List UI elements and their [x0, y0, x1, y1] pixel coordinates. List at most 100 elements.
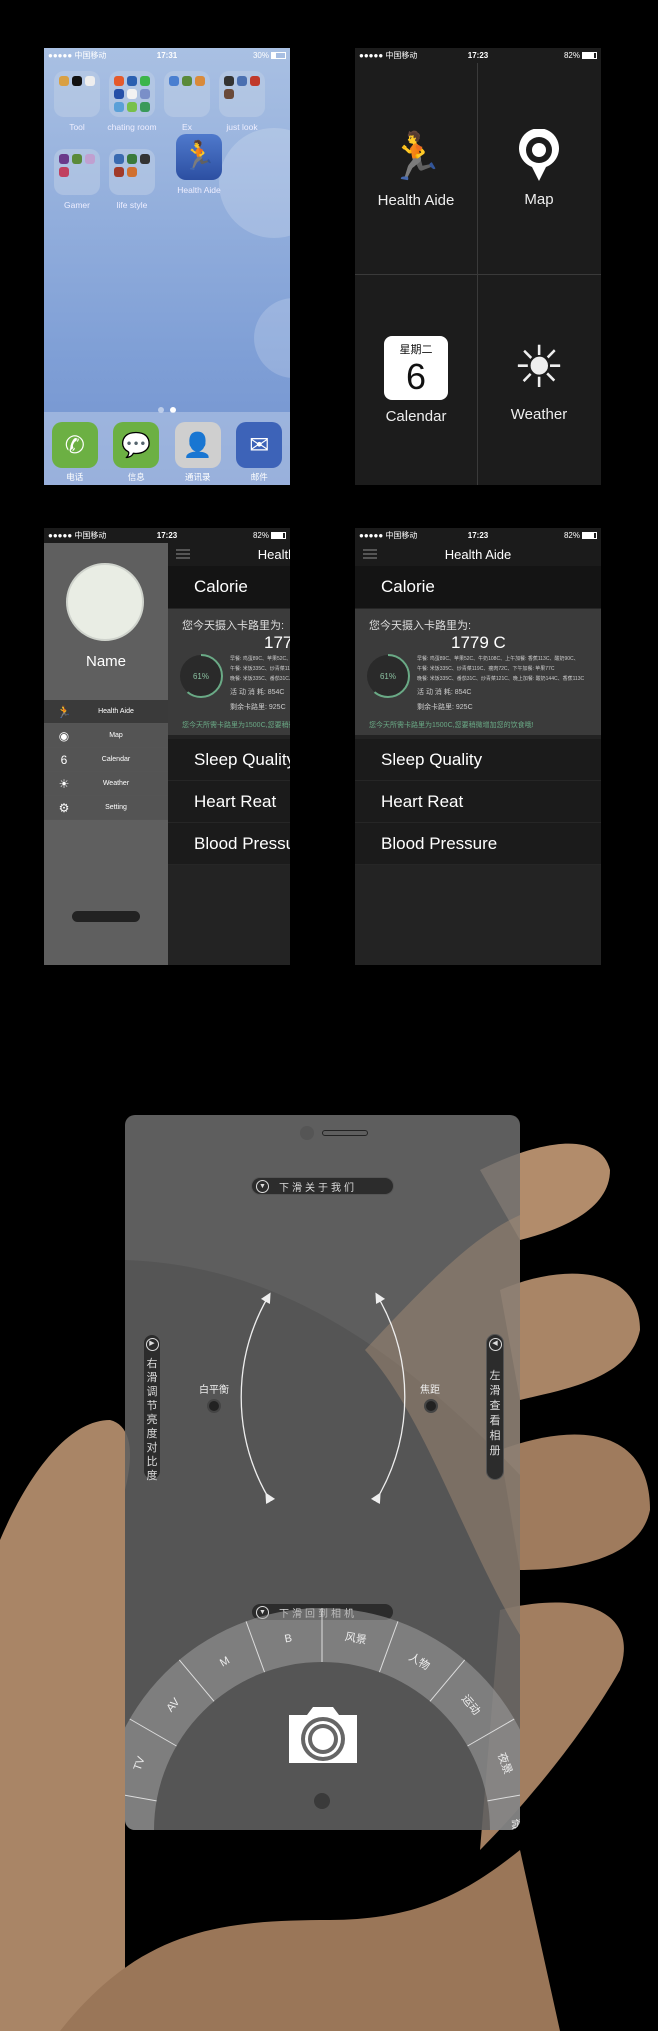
- runner-icon: 🏃: [387, 129, 445, 182]
- mini-app-icon: [140, 76, 150, 86]
- dock-label: 电话: [66, 472, 84, 482]
- mini-app-icon: [114, 102, 124, 112]
- tile-health-aide[interactable]: 🏃 Health Aide: [355, 63, 477, 274]
- sidebar-item-label: Setting: [105, 804, 127, 811]
- carrier: ●●●●● 中国移动: [359, 531, 418, 540]
- remaining: 剩余卡路里: 925C: [230, 704, 286, 711]
- intake-value: 1779 C: [264, 633, 290, 652]
- battery-icon: [582, 532, 597, 540]
- menu-icon[interactable]: [176, 549, 190, 561]
- mini-app-icon: [114, 76, 124, 86]
- mini-app-icon: [237, 76, 247, 86]
- advice: 您今天所需卡路里为1500C,您要稍微增加您的饮食哦!: [369, 722, 534, 729]
- dock-app[interactable]: 💬 信息: [113, 422, 160, 485]
- folder-icon: [109, 149, 155, 195]
- mail-icon: ✉: [236, 422, 283, 468]
- dock-app[interactable]: ✆ 电话: [51, 422, 98, 485]
- weekday: 星期二: [399, 344, 433, 356]
- row-sleep-quality[interactable]: Sleep Quality: [168, 739, 290, 781]
- menu-icon[interactable]: [363, 549, 377, 561]
- status-bar: ●●●●● 中国移动 17:23 82%: [355, 48, 601, 63]
- clock: 17:23: [467, 531, 489, 540]
- sidebar-item-label: Map: [109, 732, 123, 739]
- folder-icon: [164, 71, 210, 117]
- folder-icon: [54, 149, 100, 195]
- contacts-icon: 👤: [174, 422, 221, 468]
- mini-app-icon: [114, 154, 124, 164]
- runner-icon: 🏃: [176, 134, 222, 180]
- home-dot[interactable]: [314, 1793, 330, 1809]
- folder-5[interactable]: life style: [109, 149, 155, 210]
- row-heart-reat[interactable]: Heart Reat: [355, 781, 601, 823]
- meal-line: 午餐: 米饭335C、炒青菜119C、瘦肉72C、下午加餐: 苹果77C: [417, 666, 555, 672]
- mini-app-icon: [140, 154, 150, 164]
- sun-icon: ☀: [58, 776, 70, 791]
- battery-percent: 82%: [563, 51, 580, 60]
- battery-icon: [271, 532, 286, 540]
- dock-label: 邮件: [250, 472, 268, 482]
- meal-line: 晚餐: 米饭335C、番茄31C、炒青菜121C、晚上加餐: 酸奶144C、香蕉…: [230, 676, 290, 682]
- map-pin-icon: ◉: [58, 728, 70, 743]
- calendar-icon: 星期二 6: [384, 336, 448, 400]
- folder-3[interactable]: just look: [219, 71, 265, 132]
- health-list: Health Aide Calorie 您今天摄入卡路里为: 1779 C 61…: [355, 543, 601, 965]
- row-heart-reat[interactable]: Heart Reat: [168, 781, 290, 823]
- tile-label: Health Aide: [377, 191, 455, 209]
- clock: 17:23: [467, 51, 489, 60]
- battery-percent: 30%: [252, 51, 269, 60]
- battery-icon: [582, 52, 597, 60]
- advice: 您今天所需卡路里为1500C,您要稍微增加您的饮食哦!: [182, 722, 290, 729]
- row-blood-pressure[interactable]: Blood Pressure: [355, 823, 601, 865]
- sidebar-item-map[interactable]: ◉ Map: [44, 724, 168, 748]
- folder-icon: [109, 71, 155, 117]
- sidebar-item-label: Weather: [102, 780, 130, 787]
- dock-label: 通讯录: [184, 472, 211, 482]
- sidebar-item-label: Health Aide: [98, 708, 134, 715]
- sidebar-item-calendar[interactable]: 6 Calendar: [44, 748, 168, 772]
- page-title: Health Aide: [444, 547, 512, 562]
- app-label: Health Aide: [177, 185, 221, 195]
- sidebar-item-setting[interactable]: ⚙ Setting: [44, 796, 168, 820]
- meal-line: 早餐: 鸡蛋89C、苹果52C、牛奶108C、上午加餐: 香蕉113C、酸奶90…: [417, 656, 579, 662]
- mini-app-icon: [72, 76, 82, 86]
- row-blood-pressure[interactable]: Blood Pressure: [168, 823, 290, 865]
- sidebar-item-weather[interactable]: ☀ Weather: [44, 772, 168, 796]
- dock-label: 信息: [127, 472, 145, 482]
- tile-map[interactable]: Map: [478, 63, 600, 274]
- mini-app-icon: [140, 102, 150, 112]
- row-calorie[interactable]: Calorie: [168, 566, 290, 609]
- intake-value: 1779 C: [451, 633, 506, 652]
- sidebar-item-health-aide[interactable]: 🏃 Health Aide: [44, 700, 168, 724]
- tile-label: Weather: [510, 406, 568, 423]
- sidebar-handle[interactable]: [72, 911, 140, 922]
- clock: 17:31: [156, 51, 178, 60]
- dock-app[interactable]: 👤 通讯录: [174, 422, 221, 485]
- header: Health Aide: [355, 543, 601, 566]
- sidebar: Name 🏃 Health Aide ◉ Map 6 Calendar ☀ Weather ⚙ S…: [44, 543, 168, 965]
- mini-app-icon: [127, 167, 137, 177]
- tile-calendar[interactable]: 星期二 6 Calendar: [355, 275, 477, 485]
- mini-app-icon: [72, 154, 82, 164]
- divider: [355, 274, 601, 275]
- row-calorie[interactable]: Calorie: [355, 566, 601, 609]
- calendar-icon: 6: [60, 752, 68, 767]
- tile-label: Map: [524, 191, 554, 208]
- burned: 活 动 消 耗: 854C: [230, 689, 285, 696]
- row-sleep-quality[interactable]: Sleep Quality: [355, 739, 601, 781]
- phone-icon: ✆: [51, 422, 98, 468]
- mini-app-icon: [114, 167, 124, 177]
- app-health-aide[interactable]: 🏃 Health Aide: [176, 134, 222, 195]
- tile-weather[interactable]: ☀ Weather: [478, 275, 600, 485]
- mini-app-icon: [127, 76, 137, 86]
- mini-app-icon: [250, 76, 260, 86]
- gear-icon: ⚙: [58, 800, 70, 815]
- avatar[interactable]: [66, 563, 144, 641]
- mini-app-icon: [59, 167, 69, 177]
- mode-0[interactable]: P: [125, 1826, 134, 1830]
- folder-icon: [54, 71, 100, 117]
- header: Health Aide: [168, 543, 290, 566]
- mode-9[interactable]: 微距: [510, 1819, 520, 1830]
- dock-app[interactable]: ✉ 邮件: [236, 422, 283, 485]
- shutter-camera-icon[interactable]: [287, 1705, 359, 1767]
- mini-app-icon: [195, 76, 205, 86]
